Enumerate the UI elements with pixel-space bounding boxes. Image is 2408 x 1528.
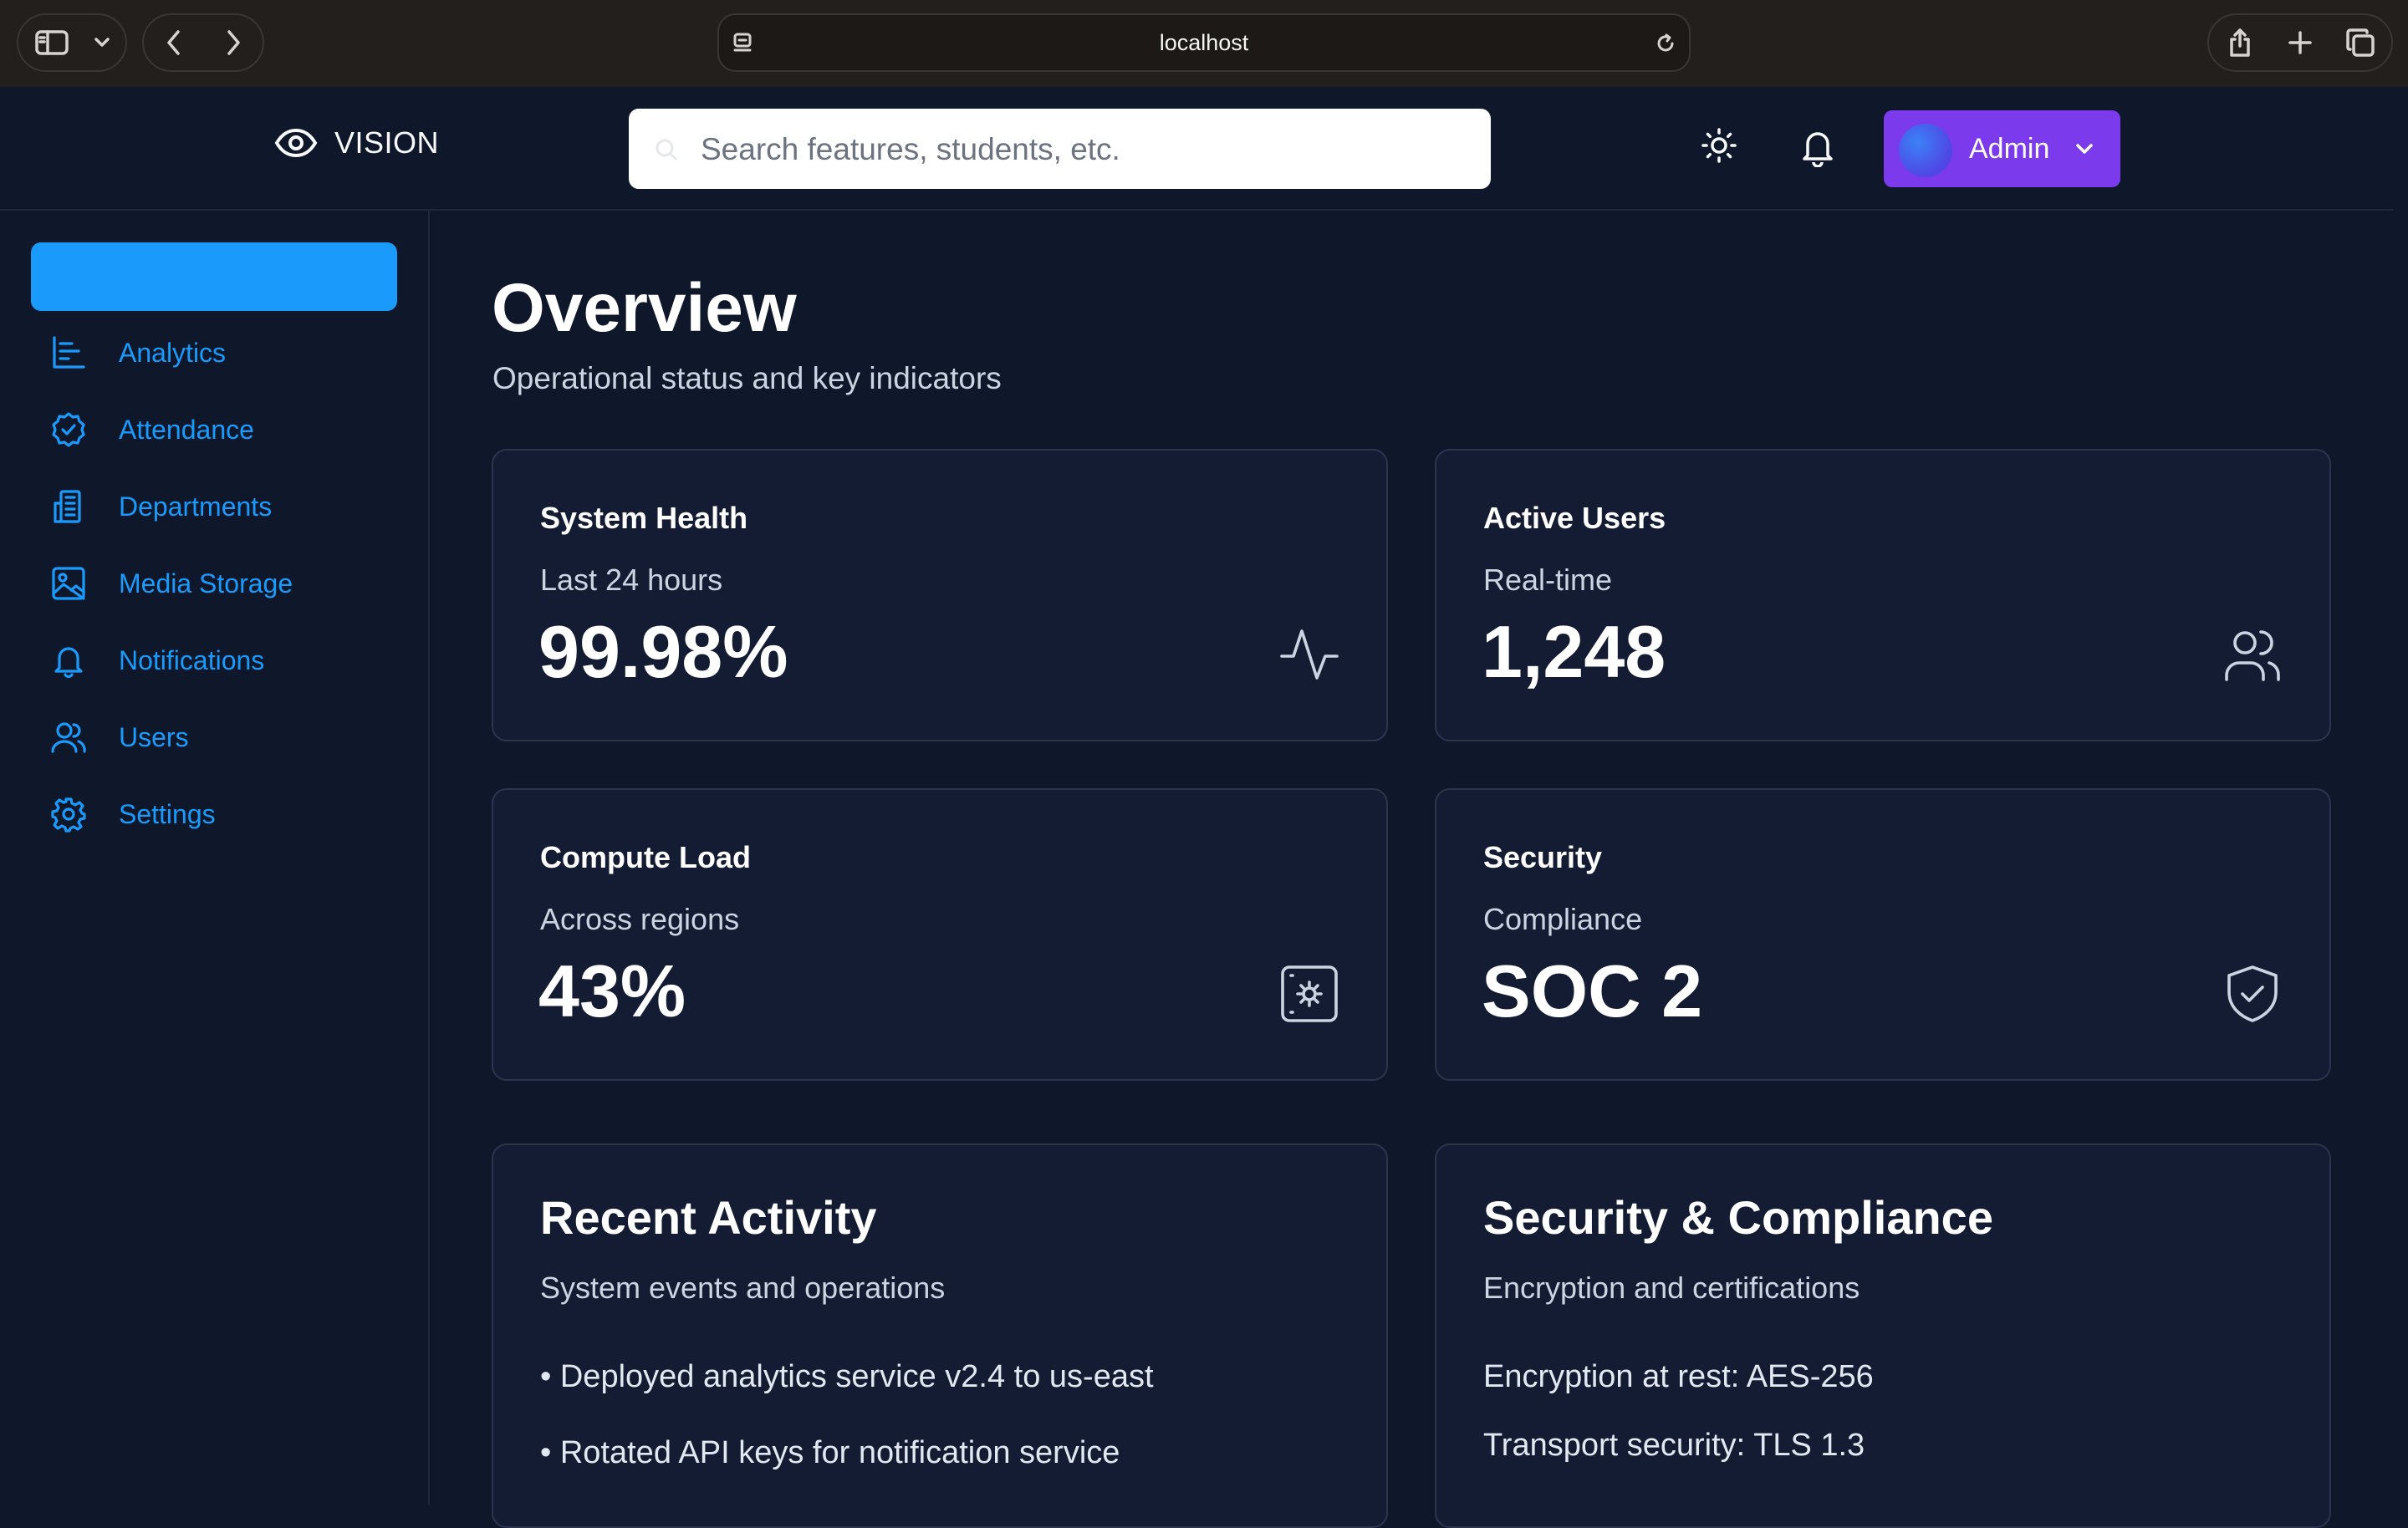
chevron-down-icon	[94, 38, 110, 47]
building-icon	[54, 490, 81, 523]
chevron-down-icon	[2076, 144, 2093, 154]
sidebar-item-label: Media Storage	[119, 568, 293, 598]
bar-chart-icon	[53, 336, 85, 369]
brand-logo[interactable]: VISION	[274, 125, 439, 160]
stat-value: 99.98%	[538, 610, 788, 693]
activity-icon	[1280, 629, 1339, 680]
stat-icon-wrapper	[1279, 624, 1339, 689]
stat-value: 43%	[538, 950, 686, 1032]
list-item: Transport security: TLS 1.3	[1483, 1428, 1865, 1463]
back-button[interactable]	[144, 15, 203, 70]
search-icon	[656, 139, 678, 161]
stat-subtitle: Real-time	[1483, 563, 1613, 597]
chevron-right-icon	[227, 30, 240, 55]
sidebar-item-label: Analytics	[119, 337, 227, 368]
share-icon	[2230, 28, 2250, 57]
stat-value: SOC 2	[1482, 950, 1703, 1032]
stat-subtitle: Across regions	[540, 902, 740, 936]
sidebar-toggle-button[interactable]	[18, 15, 85, 70]
users-icon	[51, 722, 86, 753]
users-icon	[2225, 630, 2280, 681]
user-menu-label: Admin	[1969, 133, 2050, 165]
chevron-left-icon	[166, 30, 180, 55]
address-bar[interactable]: localhost	[717, 13, 1691, 72]
tab-group-menu-button[interactable]	[85, 15, 119, 70]
address-text: localhost	[1159, 30, 1249, 55]
section-title: Security & Compliance	[1483, 1191, 1993, 1244]
user-menu-button[interactable]: Admin	[1884, 110, 2120, 187]
avatar	[1899, 124, 1952, 177]
reload-icon[interactable]	[1654, 32, 1677, 55]
server-cog-icon	[1281, 965, 1338, 1022]
sidebar-item-analytics[interactable]: Analytics	[50, 328, 401, 378]
stat-title: Compute Load	[540, 840, 751, 874]
stat-card-security[interactable]: Security Compliance SOC 2	[1435, 788, 2331, 1081]
stat-icon-wrapper	[2222, 964, 2283, 1028]
stat-title: Security	[1483, 840, 1603, 874]
sidebar-item-media-storage[interactable]: Media Storage	[50, 558, 401, 609]
forward-button[interactable]	[203, 15, 263, 70]
share-button[interactable]	[2209, 15, 2271, 70]
sun-icon[interactable]	[1701, 127, 1737, 164]
stat-icon-wrapper	[1279, 964, 1339, 1028]
history-nav-group	[142, 13, 264, 72]
sidebar: Analytics Attendance Departments Media S…	[0, 211, 430, 1505]
stat-card-compute-load[interactable]: Compute Load Across regions 43%	[492, 788, 1388, 1081]
sidebar-item-attendance[interactable]: Attendance	[50, 405, 401, 455]
security-compliance-card: Security & Compliance Encryption and cer…	[1435, 1143, 2331, 1528]
sidebar-item-settings[interactable]: Settings	[50, 789, 401, 839]
stat-subtitle: Last 24 hours	[540, 563, 723, 597]
sidebar-item-users[interactable]: Users	[50, 712, 401, 762]
eye-icon	[274, 128, 318, 158]
sidebar-icon	[35, 30, 69, 55]
search-input[interactable]	[699, 109, 1455, 191]
image-icon	[52, 567, 85, 600]
tab-overview-button[interactable]	[2329, 15, 2391, 70]
list-item: • Rotated API keys for notification serv…	[540, 1435, 1120, 1470]
section-subtitle: System events and operations	[540, 1271, 946, 1305]
sidebar-item-label: Departments	[119, 491, 273, 522]
plus-icon	[2288, 31, 2312, 54]
app-header: VISION Admin	[0, 87, 2393, 211]
sidebar-toggle-group	[17, 13, 127, 72]
stat-title: Active Users	[1483, 501, 1666, 535]
sidebar-active-item[interactable]	[31, 242, 397, 311]
bell-icon	[54, 647, 83, 679]
sidebar-item-label: Notifications	[119, 644, 265, 675]
tabs-icon	[2346, 28, 2375, 57]
section-subtitle: Encryption and certifications	[1483, 1271, 1860, 1305]
window-actions-group	[2207, 13, 2393, 72]
bell-icon[interactable]	[1799, 127, 1836, 167]
list-item: • Deployed analytics service v2.4 to us-…	[540, 1359, 1154, 1394]
stat-card-system-health[interactable]: System Health Last 24 hours 99.98%	[492, 449, 1388, 741]
search-box[interactable]	[629, 109, 1491, 191]
page-subtitle: Operational status and key indicators	[492, 361, 1002, 395]
stat-card-active-users[interactable]: Active Users Real-time 1,248	[1435, 449, 2331, 741]
stat-value: 1,248	[1482, 610, 1666, 693]
recent-activity-card: Recent Activity System events and operat…	[492, 1143, 1388, 1528]
badge-check-icon	[52, 412, 85, 447]
brand-name: VISION	[334, 125, 440, 160]
sidebar-item-notifications[interactable]: Notifications	[50, 635, 401, 685]
gear-icon	[51, 797, 86, 833]
page-title: Overview	[492, 270, 797, 346]
shield-check-icon	[2227, 965, 2278, 1022]
sidebar-item-label: Attendance	[119, 414, 254, 445]
section-title: Recent Activity	[540, 1191, 877, 1244]
sidebar-item-label: Settings	[119, 798, 216, 829]
stat-subtitle: Compliance	[1483, 902, 1643, 936]
stat-icon-wrapper	[2222, 624, 2283, 689]
sidebar-item-label: Users	[119, 721, 189, 752]
list-item: Encryption at rest: AES-256	[1483, 1359, 1874, 1394]
new-tab-button[interactable]	[2271, 15, 2329, 70]
sidebar-item-departments[interactable]: Departments	[50, 481, 401, 532]
stat-title: System Health	[540, 501, 748, 535]
browser-toolbar: localhost	[0, 0, 2408, 87]
